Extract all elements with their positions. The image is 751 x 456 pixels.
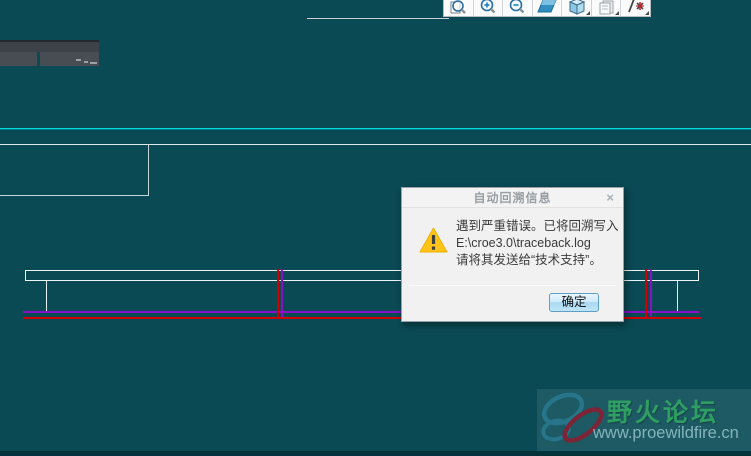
- zoom-out-button[interactable]: [503, 0, 533, 16]
- dropdown-arrow-icon: [585, 11, 590, 15]
- bottom-edge-strip: [0, 451, 751, 456]
- toolbar-edge-artifact: [307, 18, 449, 19]
- close-icon[interactable]: ×: [606, 190, 614, 206]
- white-horizontal-line: [0, 144, 751, 145]
- dropdown-arrow-icon: [615, 11, 620, 15]
- purple-vertical-datum: [281, 269, 283, 317]
- red-vertical-datum: [645, 269, 647, 318]
- traceback-error-dialog: 自动回溯信息 × 遇到严重错误。已将回溯写入 E:\croe3.0\traceb…: [401, 187, 624, 322]
- forum-watermark: 野火论坛 www.proewildfire.cn: [537, 389, 751, 451]
- left-box-bottom-edge: [0, 195, 149, 196]
- zoom-fit-button[interactable]: [444, 0, 474, 16]
- saved-orientations-button[interactable]: [591, 0, 622, 16]
- artifact-mark: [76, 59, 81, 61]
- left-box-vertical-edge: [148, 144, 149, 196]
- view-toolbar: [443, 0, 651, 17]
- repaint-button[interactable]: [532, 0, 563, 16]
- cyan-guide-line: [0, 128, 751, 129]
- dialog-titlebar[interactable]: 自动回溯信息 ×: [402, 188, 623, 208]
- white-vertical-edge: [46, 281, 47, 312]
- artifact-mark: [90, 62, 97, 64]
- warning-triangle-icon: [419, 227, 448, 258]
- dropdown-arrow-icon: [645, 11, 650, 15]
- message-line: 请将其发送给“技术支持”。: [456, 253, 602, 267]
- menu-remnant-box: [0, 52, 37, 66]
- datum-display-button[interactable]: [621, 0, 650, 16]
- dialog-title: 自动回溯信息: [473, 191, 552, 205]
- white-vertical-edge: [677, 281, 678, 311]
- display-style-button[interactable]: [562, 0, 592, 16]
- artifact-mark: [84, 61, 88, 63]
- purple-vertical-datum: [650, 269, 652, 316]
- watermark-site-url: www.proewildfire.cn: [593, 424, 739, 442]
- dialog-message: 遇到严重错误。已将回溯写入 E:\croe3.0\traceback.log 请…: [456, 218, 619, 269]
- cad-application-window: 自动回溯信息 × 遇到严重错误。已将回溯写入 E:\croe3.0\traceb…: [0, 0, 751, 456]
- dialog-footer-separator: [409, 285, 616, 286]
- ok-button[interactable]: 确定: [549, 293, 599, 312]
- message-line: E:\croe3.0\traceback.log: [456, 236, 591, 250]
- message-line: 遇到严重错误。已将回溯写入: [456, 219, 619, 233]
- red-vertical-datum: [277, 269, 279, 318]
- zoom-in-button[interactable]: [473, 0, 504, 16]
- menu-remnant-bar: [0, 40, 99, 52]
